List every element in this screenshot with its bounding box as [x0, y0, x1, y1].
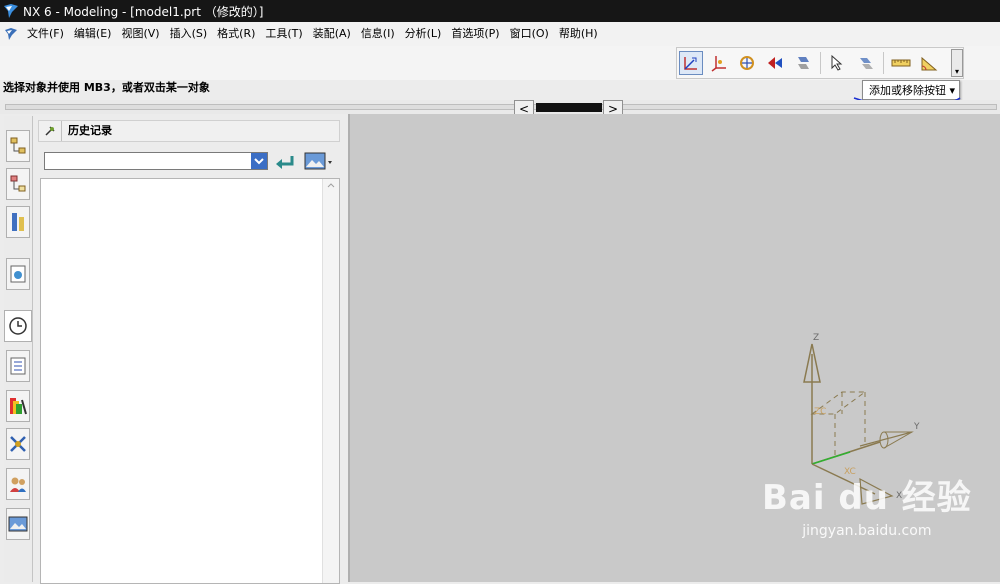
panel-title: 历史记录 — [61, 121, 112, 141]
menu-logo-icon[interactable] — [0, 22, 22, 46]
menu-view[interactable]: 视图(V) — [116, 22, 164, 46]
splitter-track — [5, 104, 997, 110]
nx-logo-icon — [4, 4, 18, 18]
wcs-dynamic-icon[interactable] — [679, 51, 703, 75]
axis-label-y: Y — [913, 422, 920, 432]
palette-icon[interactable] — [6, 390, 30, 422]
measure-distance-icon[interactable] — [889, 51, 913, 75]
menu-bar: 文件(F) 编辑(E) 视图(V) 插入(S) 格式(R) 工具(T) 装配(A… — [0, 22, 1000, 47]
history-list[interactable] — [40, 178, 340, 584]
menu-file[interactable]: 文件(F) — [22, 22, 69, 46]
history-filter-combo[interactable] — [44, 152, 268, 170]
resource-bar — [4, 116, 33, 582]
toolbar-separator — [883, 52, 884, 74]
menu-help[interactable]: 帮助(H) — [554, 22, 603, 46]
panel-header: 历史记录 — [38, 120, 340, 142]
menu-assemblies[interactable]: 装配(A) — [308, 22, 356, 46]
history-icon[interactable] — [4, 310, 32, 342]
menu-window[interactable]: 窗口(O) — [505, 22, 554, 46]
pin-icon[interactable] — [39, 125, 61, 137]
measure-angle-icon[interactable] — [917, 51, 941, 75]
reuse-library-icon[interactable] — [6, 350, 30, 382]
assembly-navigator-icon[interactable] — [6, 130, 30, 162]
menu-insert[interactable]: 插入(S) — [165, 22, 213, 46]
baidu-watermark: Bai du 经验 jingyan.baidu.com — [762, 470, 972, 539]
wcs-rotate-icon[interactable] — [735, 51, 759, 75]
select-icon[interactable] — [826, 51, 850, 75]
select-filter-icon[interactable] — [854, 51, 878, 75]
constraint-navigator-icon[interactable] — [6, 206, 30, 238]
panel-splitter: < > — [0, 100, 1000, 118]
menu-information[interactable]: 信息(I) — [356, 22, 400, 46]
menu-preferences[interactable]: 首选项(P) — [446, 22, 504, 46]
status-prompt: 选择对象并使用 MB3，或者双击某一对象 — [0, 80, 863, 96]
system-scenes-icon[interactable] — [6, 508, 30, 540]
menu-analysis[interactable]: 分析(L) — [400, 22, 447, 46]
graphics-window[interactable]: Z ZC Y XC X Bai du 经验 jingyan.baidu.com — [348, 114, 1000, 582]
watermark-url: jingyan.baidu.com — [802, 523, 932, 539]
wcs-display-icon[interactable] — [791, 51, 815, 75]
toolbar-row: ▾ — [0, 46, 1000, 80]
menu-edit[interactable]: 编辑(E) — [69, 22, 117, 46]
image-options-icon[interactable] — [304, 150, 334, 172]
back-arrow-icon[interactable] — [274, 152, 296, 172]
axis-label-z: Z — [813, 333, 819, 343]
wcs-orient-icon[interactable] — [763, 51, 787, 75]
history-panel: 历史记录 — [34, 116, 346, 584]
utility-toolbar: ▾ — [676, 47, 964, 79]
toolbar-options-button[interactable]: ▾ — [951, 49, 963, 77]
web-browser-icon[interactable] — [6, 258, 30, 290]
menu-format[interactable]: 格式(R) — [212, 22, 260, 46]
axis-label-zc: ZC — [814, 407, 826, 417]
roles-icon[interactable] — [6, 468, 30, 500]
menu-tools[interactable]: 工具(T) — [260, 22, 307, 46]
process-studio-icon[interactable] — [6, 428, 30, 460]
wcs-origin-icon[interactable] — [707, 51, 731, 75]
window-title: NX 6 - Modeling - [model1.prt （修改的）] — [23, 4, 264, 19]
chevron-down-icon[interactable] — [251, 153, 267, 169]
part-navigator-icon[interactable] — [6, 168, 30, 200]
toolbar-separator — [820, 52, 821, 74]
watermark-logo: Bai du 经验 — [762, 478, 972, 518]
title-bar: NX 6 - Modeling - [model1.prt （修改的）] — [0, 0, 1000, 22]
vertical-scrollbar[interactable] — [322, 179, 339, 583]
splitter-handle[interactable] — [536, 103, 602, 112]
